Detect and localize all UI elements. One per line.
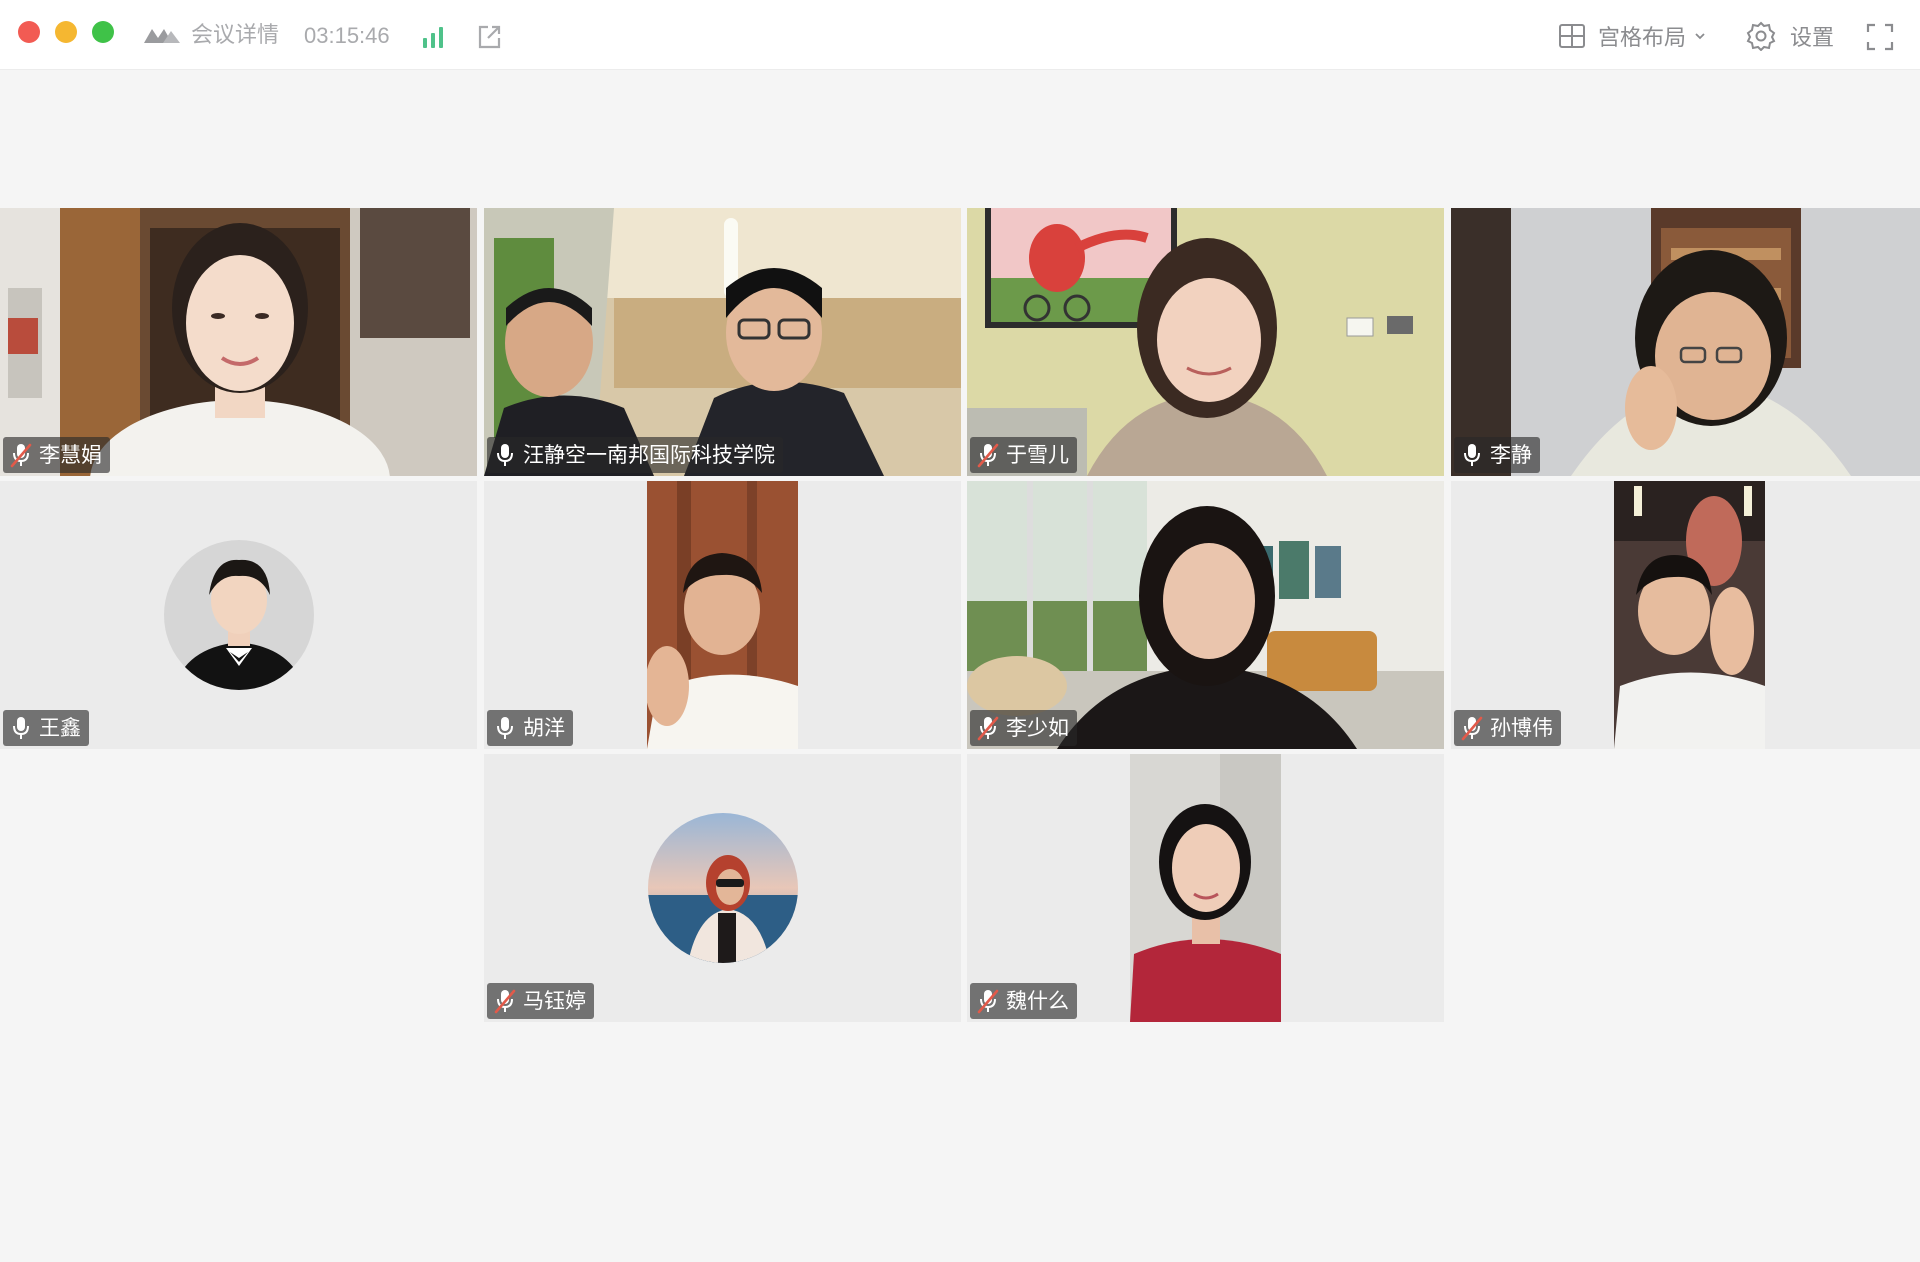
- participant-video: [967, 208, 1444, 476]
- meeting-details-link[interactable]: 会议详情: [191, 22, 279, 50]
- participant-name-tag: 胡洋: [487, 710, 573, 746]
- mic-icon: [1464, 444, 1480, 466]
- video-tile[interactable]: 李慧娟: [0, 208, 477, 476]
- participant-name-tag: 李慧娟: [3, 437, 110, 473]
- participant-avatar: [648, 813, 798, 963]
- mic-muted-icon: [10, 443, 32, 468]
- video-tile-active-speaker[interactable]: 李静: [1451, 208, 1920, 476]
- participant-name: 魏什么: [1006, 989, 1069, 1013]
- video-tile[interactable]: 马钰婷: [484, 754, 961, 1022]
- participant-name: 于雪儿: [1006, 443, 1069, 467]
- participant-name-tag: 李静: [1454, 437, 1540, 473]
- video-tile[interactable]: 魏什么: [967, 754, 1444, 1022]
- participant-video: [0, 208, 477, 476]
- mic-icon: [13, 717, 29, 739]
- participant-name: 胡洋: [523, 716, 565, 740]
- participant-name-tag: 王鑫: [3, 710, 89, 746]
- mic-icon: [497, 444, 513, 466]
- zoom-window-button[interactable]: [92, 21, 114, 43]
- video-tile[interactable]: 于雪儿: [967, 208, 1444, 476]
- participant-name: 李静: [1490, 443, 1532, 467]
- mic-muted-icon: [494, 989, 516, 1014]
- participant-name: 李少如: [1006, 716, 1069, 740]
- chevron-down-icon: [1695, 33, 1705, 40]
- fullscreen-icon[interactable]: [1866, 23, 1894, 51]
- participant-video: [484, 208, 961, 476]
- participant-name-tag: 于雪儿: [970, 437, 1077, 473]
- participant-name-tag: 马钰婷: [487, 983, 594, 1019]
- participant-avatar: [164, 540, 314, 690]
- video-tile[interactable]: 胡洋: [484, 481, 961, 749]
- participant-name: 孙博伟: [1490, 716, 1553, 740]
- participant-name-tag: 汪静空一南邦国际科技学院: [487, 437, 783, 473]
- participant-name: 王鑫: [39, 716, 81, 740]
- grid-layout-button[interactable]: 宫格布局: [1558, 20, 1718, 52]
- participant-name-tag: 孙博伟: [1454, 710, 1561, 746]
- signal-bars-icon[interactable]: [420, 24, 446, 50]
- mic-icon: [497, 717, 513, 739]
- video-tile[interactable]: 李少如: [967, 481, 1444, 749]
- participant-video: [647, 481, 798, 749]
- gear-icon: [1746, 21, 1776, 51]
- participant-video: [1130, 754, 1281, 1022]
- participant-video: [1451, 208, 1920, 476]
- participant-name: 汪静空一南邦国际科技学院: [523, 443, 775, 467]
- mic-muted-icon: [1461, 716, 1483, 741]
- participant-name-tag: 魏什么: [970, 983, 1077, 1019]
- external-share-icon[interactable]: [475, 23, 503, 51]
- settings-label: 设置: [1790, 26, 1835, 51]
- app-logo-icon: [144, 29, 180, 43]
- close-window-button[interactable]: [18, 21, 40, 43]
- video-tile[interactable]: 孙博伟: [1451, 481, 1920, 749]
- participant-name: 马钰婷: [523, 989, 586, 1013]
- minimize-window-button[interactable]: [55, 21, 77, 43]
- video-tile[interactable]: 王鑫: [0, 481, 477, 749]
- grid-layout-icon: [1559, 24, 1585, 48]
- title-bar: 会议详情 03:15:46 宫格布局 设置: [0, 0, 1920, 70]
- meeting-timer: 03:15:46: [304, 23, 390, 48]
- mic-muted-icon: [977, 989, 999, 1014]
- participant-video: [967, 481, 1444, 749]
- layout-label: 宫格布局: [1598, 26, 1687, 51]
- video-tile[interactable]: 汪静空一南邦国际科技学院: [484, 208, 961, 476]
- participant-name-tag: 李少如: [970, 710, 1077, 746]
- settings-button[interactable]: 设置: [1746, 20, 1834, 52]
- mic-muted-icon: [977, 443, 999, 468]
- participant-name: 李慧娟: [39, 443, 102, 467]
- mic-muted-icon: [977, 716, 999, 741]
- participant-video: [1614, 481, 1765, 749]
